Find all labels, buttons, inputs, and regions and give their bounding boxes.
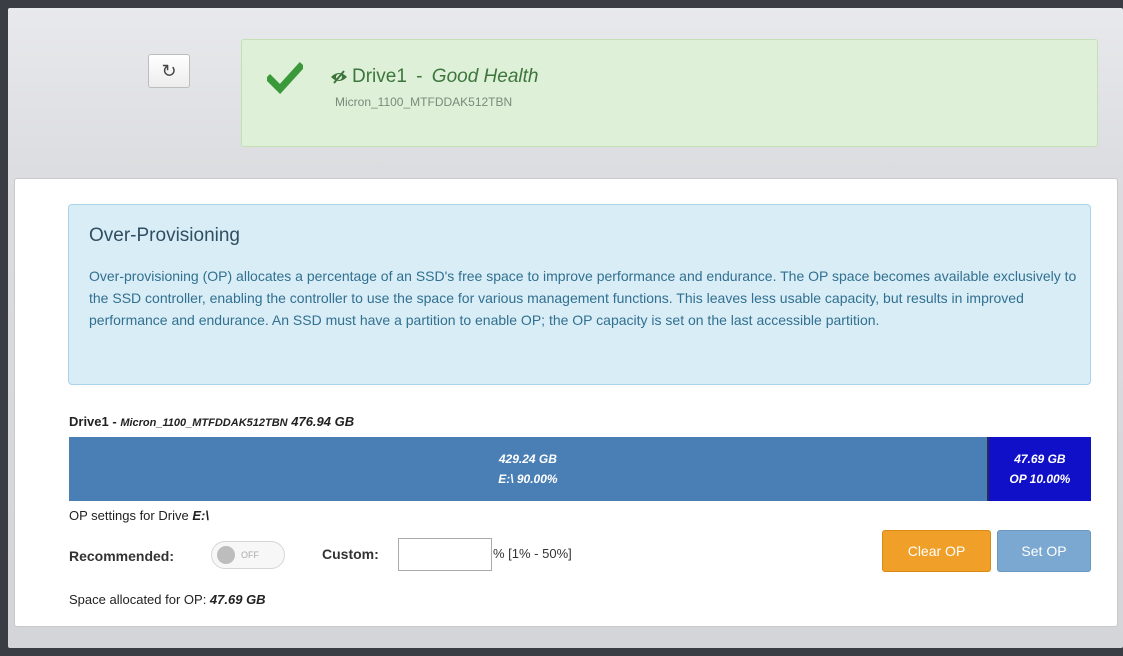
refresh-button[interactable]: ↻	[148, 54, 190, 88]
info-text: Over-provisioning (OP) allocates a perce…	[89, 268, 1077, 328]
op-content-panel: Over-Provisioning Over-provisioning (OP)…	[14, 178, 1118, 627]
op-label: OP 10.00%	[1009, 472, 1071, 486]
health-status: Good Health	[431, 66, 539, 87]
drive-summary: Drive1 - Micron_1100_MTFDDAK512TBN 476.9…	[69, 414, 354, 429]
custom-percent-input[interactable]	[398, 538, 492, 571]
refresh-icon: ↻	[161, 60, 177, 81]
space-allocated-value: 47.69 GB	[209, 592, 266, 607]
space-allocated: Space allocated for OP: 47.69 GB	[69, 592, 266, 607]
custom-range-hint: % [1% - 50%]	[493, 546, 572, 561]
info-title: Over-Provisioning	[89, 225, 240, 246]
op-settings-title: OP settings for Drive E:\	[69, 508, 209, 523]
op-segment: 47.69 GB OP 10.00%	[988, 437, 1091, 501]
drive-model: Micron_1100_MTFDDAK512TBN	[335, 95, 513, 109]
info-box: Over-Provisioning Over-provisioning (OP)…	[68, 204, 1091, 385]
space-allocated-label: Space allocated for OP:	[69, 592, 210, 607]
custom-label: Custom:	[322, 546, 379, 562]
health-status-box: Drive1 - Good Health Micron_1100_MTFDDAK…	[241, 39, 1098, 147]
op-size: 47.69 GB	[1014, 452, 1066, 466]
eye-slash-icon	[331, 70, 347, 84]
main-panel: ↻ Drive1 - Good Health Micron_1100_MTFDD…	[8, 8, 1123, 648]
checkmark-icon	[267, 62, 303, 94]
partition-size: 429.24 GB	[498, 452, 557, 466]
recommended-label: Recommended:	[69, 548, 175, 564]
recommended-toggle[interactable]: OFF	[211, 541, 285, 569]
drive-summary-model: Micron_1100_MTFDDAK512TBN	[120, 417, 288, 429]
op-settings-prefix: OP settings for Drive	[69, 508, 193, 523]
title-separator: -	[410, 66, 428, 87]
clear-op-button[interactable]: Clear OP	[882, 530, 991, 572]
health-title: Drive1 - Good Health	[330, 66, 538, 88]
drive-summary-name: Drive1	[69, 414, 109, 429]
toggle-state: OFF	[241, 550, 259, 560]
set-op-button[interactable]: Set OP	[997, 530, 1091, 572]
partition-label: E:\ 90.00%	[498, 472, 558, 486]
capacity-bar: 429.24 GB E:\ 90.00% 47.69 GB OP 10.00%	[69, 437, 1091, 501]
op-settings-drive: E:\	[192, 508, 209, 523]
drive-summary-capacity: 476.94 GB	[291, 414, 355, 429]
partition-segment: 429.24 GB E:\ 90.00%	[69, 437, 989, 501]
toggle-knob	[217, 546, 235, 564]
drive-summary-sep: -	[108, 414, 121, 429]
drive-name: Drive1	[352, 66, 407, 87]
